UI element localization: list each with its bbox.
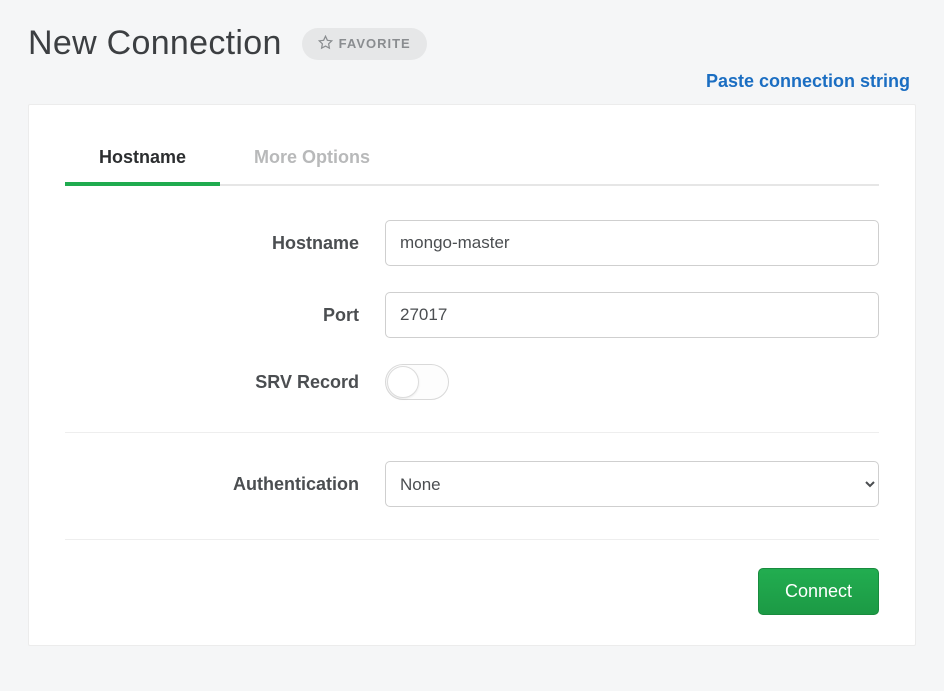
authentication-select[interactable]: None — [385, 461, 879, 507]
favorite-button[interactable]: FAVORITE — [302, 28, 427, 60]
hostname-label: Hostname — [65, 233, 385, 254]
tab-more-options[interactable]: More Options — [220, 135, 404, 186]
toggle-knob — [387, 366, 419, 398]
port-label: Port — [65, 305, 385, 326]
favorite-label: FAVORITE — [339, 36, 411, 51]
paste-connection-string-link[interactable]: Paste connection string — [706, 71, 910, 92]
authentication-label: Authentication — [65, 474, 385, 495]
srv-record-toggle[interactable] — [385, 364, 449, 400]
tabs: Hostname More Options — [65, 133, 879, 186]
hostname-input[interactable] — [385, 220, 879, 266]
port-input[interactable] — [385, 292, 879, 338]
srv-record-label: SRV Record — [65, 372, 385, 393]
connect-button[interactable]: Connect — [758, 568, 879, 615]
page-title: New Connection — [28, 24, 282, 63]
connection-card: Hostname More Options Hostname Port SRV … — [28, 104, 916, 646]
star-icon — [318, 35, 333, 53]
tab-hostname[interactable]: Hostname — [65, 135, 220, 186]
